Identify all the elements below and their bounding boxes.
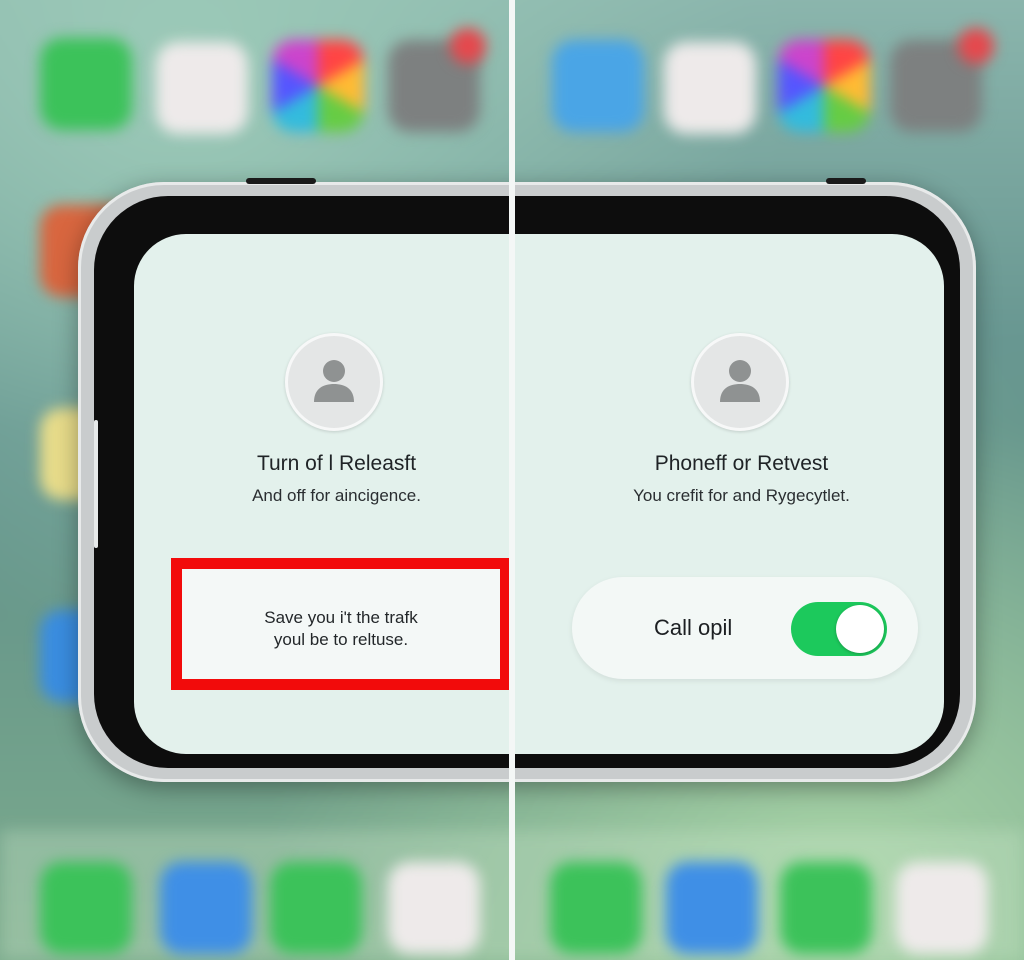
call-option-row[interactable]: Call opil xyxy=(572,577,918,679)
call-option-label: Call opil xyxy=(654,615,733,640)
contact-avatar xyxy=(285,333,383,431)
music-app-icon-right xyxy=(664,42,756,134)
right-panel: Phoneff or Retvest You crefit for and Ry… xyxy=(539,234,944,754)
person-icon xyxy=(720,360,760,402)
side-button-right xyxy=(826,178,866,184)
phone-app-icon-right xyxy=(550,862,642,954)
toggle-knob xyxy=(836,605,884,653)
music-dock-icon-right xyxy=(896,862,988,954)
notification-badge-right xyxy=(958,28,994,64)
music-app-icon xyxy=(156,42,248,134)
phone-app-icon xyxy=(40,862,132,954)
dialog-title: Turn of l Releasft xyxy=(256,452,417,475)
photos-app-icon xyxy=(272,40,364,132)
dialog-subtitle: And off for aincigence. xyxy=(252,486,421,505)
phone-screen: Turn of l Releasft And off for aincigenc… xyxy=(134,234,944,754)
photos-app-icon-right xyxy=(778,40,870,132)
messages-dock-icon xyxy=(270,862,362,954)
safari-app-icon xyxy=(160,862,252,954)
messages-dock-icon-right xyxy=(780,862,872,954)
notification-badge xyxy=(450,28,486,64)
side-button-top xyxy=(246,178,316,184)
messages-app-icon xyxy=(40,38,132,130)
safari-app-icon-right xyxy=(666,862,758,954)
highlighted-message-box[interactable]: Save you i't the trafk youl be to reltus… xyxy=(171,558,511,690)
call-option-toggle[interactable] xyxy=(791,602,887,656)
phone-frame: Turn of l Releasft And off for aincigenc… xyxy=(78,178,976,782)
contact-avatar-right xyxy=(691,333,789,431)
left-panel: Turn of l Releasft And off for aincigenc… xyxy=(134,234,539,754)
dialog-title-right: Phoneff or Retvest xyxy=(654,452,829,475)
phone-bezel: Turn of l Releasft And off for aincigenc… xyxy=(94,196,960,768)
music-dock-icon xyxy=(388,862,480,954)
person-icon xyxy=(314,360,354,402)
weather-app-icon xyxy=(552,40,644,132)
comparison-divider xyxy=(509,0,515,960)
highlighted-message-text: Save you i't the trafk youl be to reltus… xyxy=(264,608,418,649)
dialog-subtitle-right: You crefit for and Rygecytlet. xyxy=(633,486,850,505)
volume-button xyxy=(94,420,98,548)
